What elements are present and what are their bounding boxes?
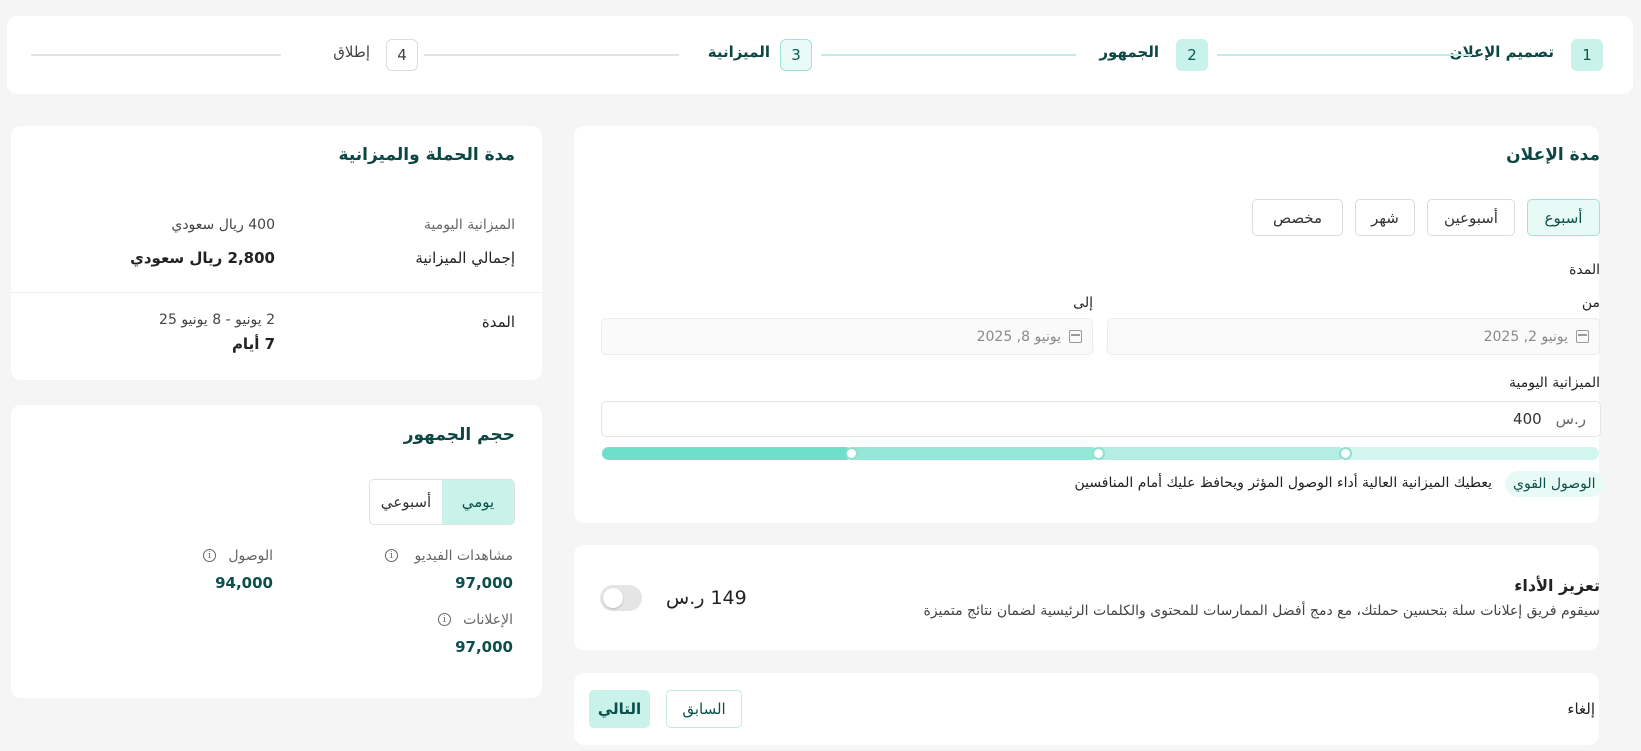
calendar-icon [1576, 330, 1589, 343]
budget-meter-handle[interactable] [1092, 447, 1105, 460]
budget-meter-segment-4 [1342, 447, 1599, 460]
period-label: المدة [1569, 262, 1600, 278]
boost-toggle[interactable] [600, 585, 642, 611]
summary-total-budget-value: 2,800 ريال سعودي [130, 249, 275, 267]
step-2-number[interactable]: 2 [1176, 39, 1208, 71]
tab-weekly[interactable]: أسبوعي [370, 480, 442, 524]
to-label: إلى [1073, 295, 1093, 311]
info-icon[interactable]: i [438, 613, 451, 626]
ad-duration-title: مدة الإعلان [1506, 145, 1600, 165]
budget-meter-handle[interactable] [1339, 447, 1352, 460]
step-connector-2 [821, 54, 1076, 56]
tab-daily[interactable]: يومي [442, 480, 514, 524]
reach-description: يعطيك الميزانية العالية أداء الوصول المؤ… [1074, 475, 1492, 491]
daily-budget-input[interactable]: 400 ر.س [601, 401, 1601, 437]
end-date-field[interactable]: يونيو 8, 2025 [601, 318, 1093, 355]
step-connector-3 [424, 54, 679, 56]
start-date-field[interactable]: يونيو 2, 2025 [1107, 318, 1600, 355]
progress-stepper: 1 تصميم الإعلان 2 الجمهور 3 الميزانية 4 … [7, 16, 1633, 94]
step-4-number[interactable]: 4 [386, 39, 418, 71]
previous-button[interactable]: السابق [666, 690, 742, 728]
daily-budget-value: 400 [1513, 410, 1542, 428]
summary-duration-days: 7 أيام [231, 335, 275, 353]
calendar-icon [1069, 330, 1082, 343]
summary-duration-label: المدة [481, 313, 515, 331]
step-connector-1 [1217, 54, 1472, 56]
summary-daily-budget-label: الميزانية اليومية [423, 217, 515, 233]
summary-title: مدة الحملة والميزانية [338, 145, 515, 165]
step-1-number[interactable]: 1 [1571, 39, 1603, 71]
step-connector-4 [31, 54, 281, 56]
step-3-label[interactable]: الميزانية [708, 43, 770, 61]
reach-level-badge: الوصول القوي [1505, 471, 1604, 497]
boost-description: سيقوم فريق إعلانات سلة بتحسين حملتك، مع … [923, 603, 1601, 619]
from-label: من [1581, 295, 1600, 311]
currency-label: ر.س [1555, 410, 1586, 428]
preset-custom-button[interactable]: مخصص [1252, 199, 1343, 236]
metric-ads-value: 97,000 [455, 638, 513, 656]
step-2-label[interactable]: الجمهور [1099, 43, 1159, 61]
budget-meter-handle[interactable] [845, 447, 858, 460]
boost-toggle-knob [603, 588, 623, 608]
end-date-value: يونيو 8, 2025 [976, 328, 1061, 345]
boost-title: تعزيز الأداء [1514, 576, 1600, 595]
preset-month-button[interactable]: شهر [1355, 199, 1415, 236]
summary-duration-range: 2 يونيو - 8 يونيو 25 [159, 312, 275, 328]
summary-daily-budget-value: 400 ريال سعودي [171, 217, 275, 233]
summary-divider [11, 292, 541, 293]
metric-video-views-value: 97,000 [455, 574, 513, 592]
audience-title: حجم الجمهور [403, 425, 515, 445]
summary-total-budget-label: إجمالي الميزانية [415, 249, 515, 267]
preset-week-button[interactable]: أسبوع [1527, 199, 1600, 236]
info-icon[interactable]: i [385, 549, 398, 562]
budget-meter-segment-3 [1095, 447, 1345, 460]
cancel-button[interactable]: إلغاء [1567, 700, 1595, 718]
info-icon[interactable]: i [203, 549, 216, 562]
preset-two-weeks-button[interactable]: أسبوعين [1427, 199, 1515, 236]
budget-meter-segment-2 [848, 447, 1098, 460]
boost-price: 149 ر.س [666, 587, 747, 609]
budget-meter-segment-1 [602, 447, 852, 460]
step-3-number[interactable]: 3 [780, 39, 812, 71]
audience-period-tabs: أسبوعي يومي [369, 479, 515, 525]
metric-video-views-label: مشاهدات الفيديو [414, 548, 513, 564]
metric-ads-label: الإعلانات [463, 612, 513, 628]
next-button[interactable]: التالي [589, 690, 650, 728]
metric-reach-label: الوصول [228, 548, 273, 564]
step-1-label[interactable]: تصميم الإعلان [1450, 43, 1554, 61]
start-date-value: يونيو 2, 2025 [1483, 328, 1568, 345]
metric-reach-value: 94,000 [215, 574, 273, 592]
step-4-label[interactable]: إطلاق [333, 43, 370, 61]
daily-budget-label: الميزانية اليومية [1508, 375, 1600, 391]
